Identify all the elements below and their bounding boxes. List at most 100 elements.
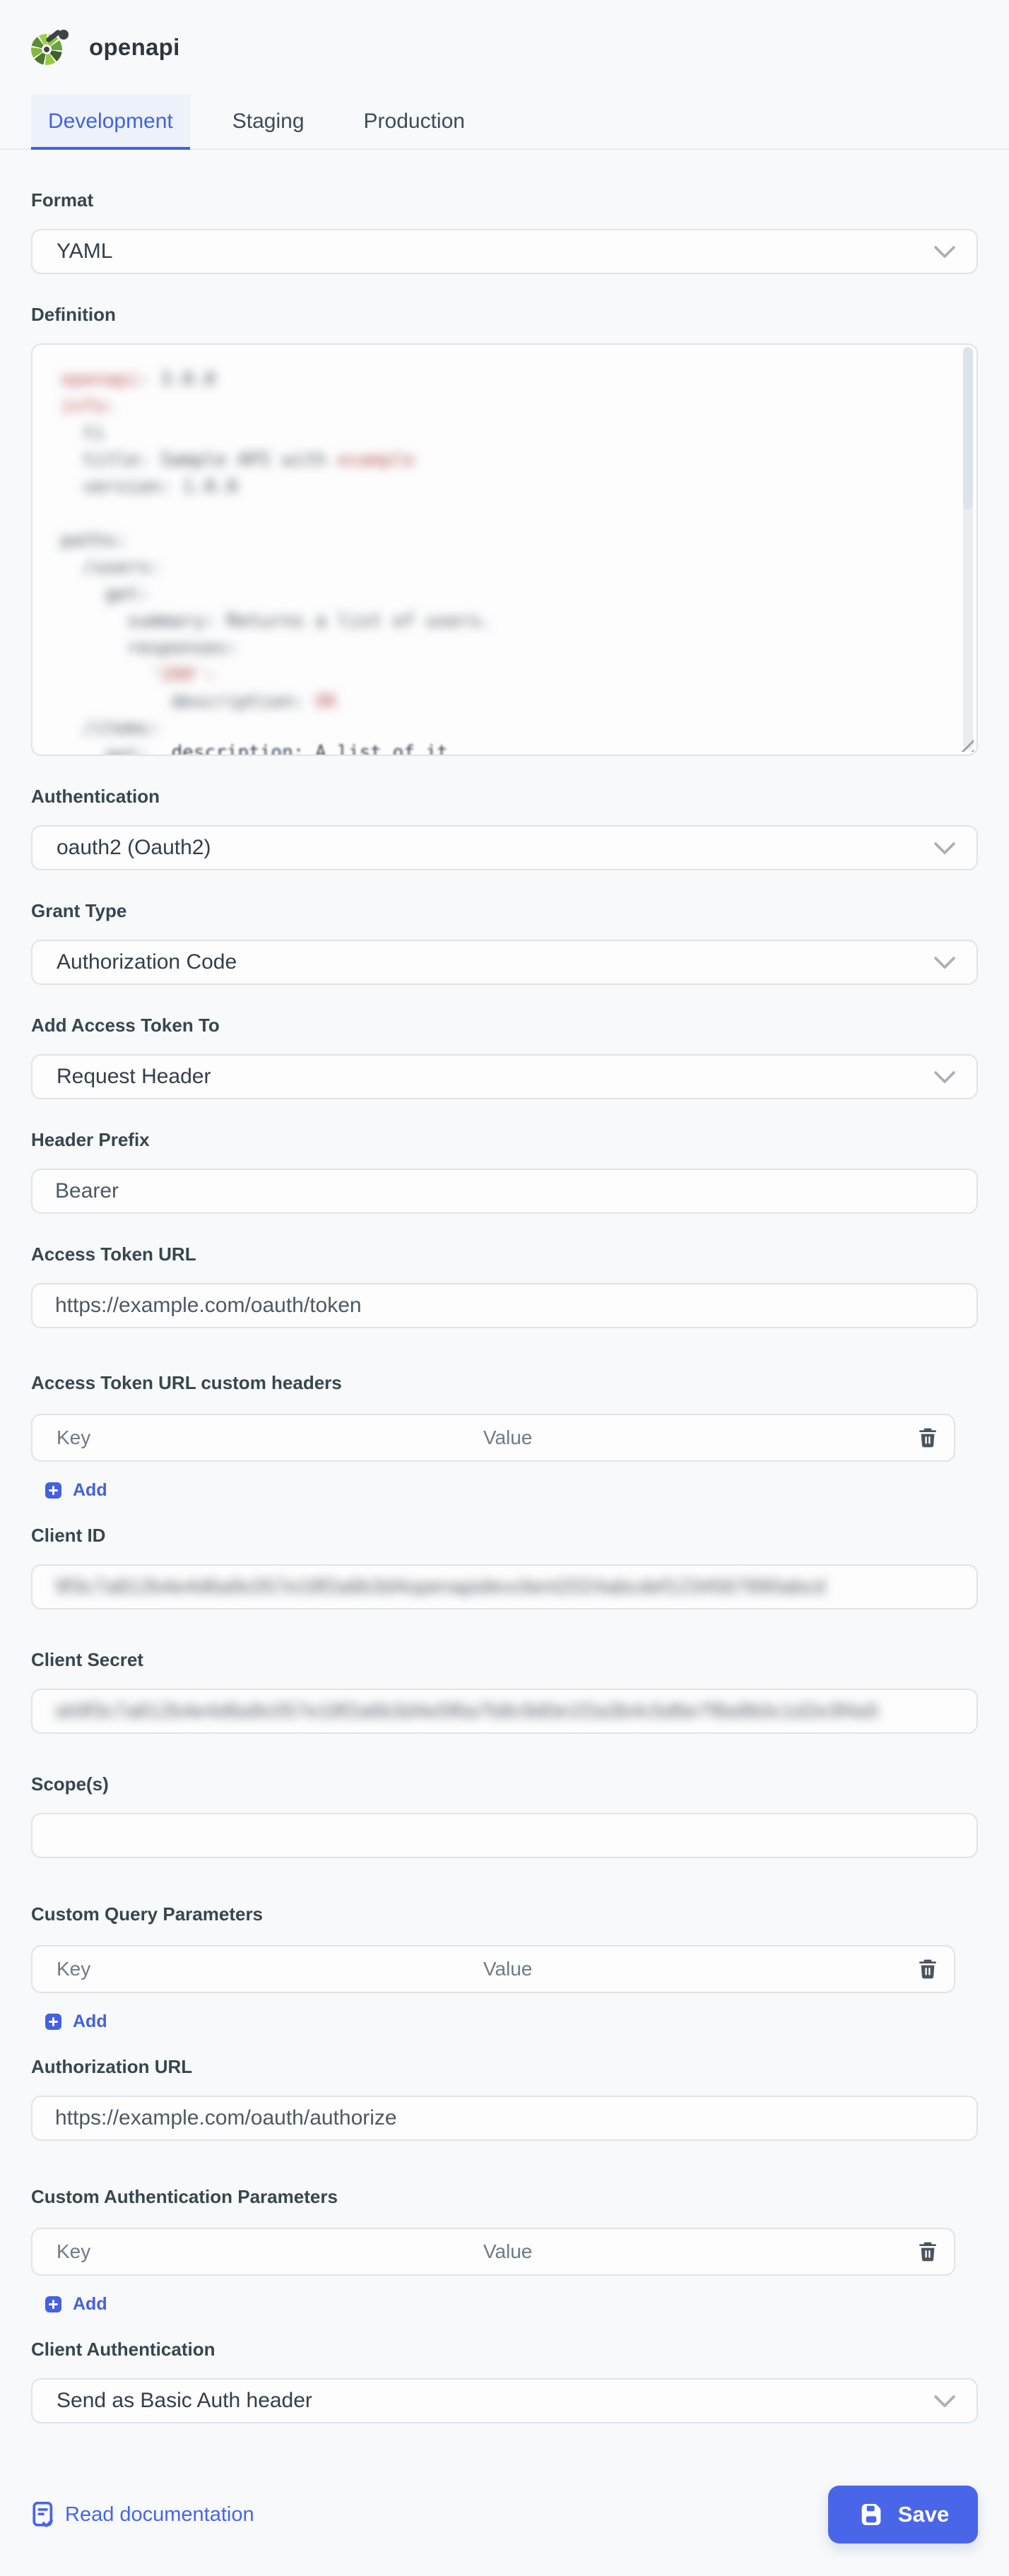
authorization-url-label: Authorization URL (31, 2056, 978, 2078)
header-key-input[interactable] (33, 1415, 459, 1460)
read-documentation-link[interactable]: Read documentation (31, 2500, 254, 2529)
code-line: info: (61, 393, 934, 420)
read-documentation-label: Read documentation (65, 2503, 254, 2527)
authorization-url-input[interactable] (31, 2096, 978, 2141)
scopes-label: Scope(s) (31, 1773, 978, 1795)
format-label: Format (31, 189, 978, 211)
trash-icon (916, 1957, 939, 1981)
add-auth-parameter-button[interactable]: Add (45, 2294, 137, 2315)
code-line: version: 1.0.0 (61, 473, 934, 500)
add-access-token-to-label: Add Access Token To (31, 1015, 978, 1036)
delete-row-button[interactable] (902, 1415, 954, 1460)
header-prefix-field: Header Prefix (31, 1129, 978, 1214)
chevron-down-icon (933, 833, 955, 855)
code-line: get: (61, 581, 934, 608)
grant-type-select[interactable]: Authorization Code (31, 940, 978, 985)
query-key-input[interactable] (33, 1946, 459, 1992)
save-button-label: Save (898, 2502, 949, 2527)
definition-editor[interactable]: openapi: 3.0.0info: ti title: Sample API… (31, 343, 978, 756)
client-id-input[interactable]: 9f3c7a812b4e4d6a9c057e18f2a6b3d4openapid… (31, 1564, 978, 1609)
openapi-logo-hub-icon (42, 45, 52, 54)
delete-row-button[interactable] (902, 2229, 954, 2274)
trash-icon (916, 2240, 939, 2264)
client-secret-field: Client Secret sk9f3c7a812b4e4d6a9c057e18… (31, 1649, 978, 1734)
code-line: openapi: 3.0.0 (61, 366, 934, 393)
client-authentication-field: Client Authentication Send as Basic Auth… (31, 2339, 978, 2423)
auth-value-input[interactable] (459, 2229, 902, 2274)
save-button[interactable]: Save (828, 2486, 978, 2543)
grant-type-label: Grant Type (31, 900, 978, 922)
code-line: paths: (61, 527, 934, 554)
delete-row-button[interactable] (902, 1946, 954, 1992)
code-line: title: Sample API with example (61, 447, 934, 473)
scopes-input[interactable] (31, 1813, 978, 1858)
client-id-redacted-value: 9f3c7a812b4e4d6a9c057e18f2a6b3d4openapid… (55, 1576, 825, 1599)
custom-authentication-parameters-section: Custom Authentication Parameters Add (31, 2186, 978, 2315)
custom-authentication-parameters-label: Custom Authentication Parameters (31, 2186, 978, 2208)
client-secret-label: Client Secret (31, 1649, 978, 1671)
tab-development[interactable]: Development (31, 95, 190, 148)
settings-form: Format YAML Definition openapi: 3.0.0inf… (0, 150, 1009, 2576)
add-query-parameter-button[interactable]: Add (45, 2011, 137, 2032)
authentication-label: Authentication (31, 786, 978, 808)
client-authentication-label: Client Authentication (31, 2339, 978, 2361)
access-token-url-field: Access Token URL (31, 1243, 978, 1328)
openapi-logo-knob-icon (59, 30, 69, 40)
plus-icon (45, 2296, 61, 2312)
authorization-url-field: Authorization URL (31, 2056, 978, 2141)
plus-icon (45, 1482, 61, 1499)
chevron-down-icon (933, 947, 955, 969)
grant-type-select-value: Authorization Code (57, 950, 237, 974)
client-authentication-select[interactable]: Send as Basic Auth header (31, 2378, 978, 2423)
definition-blurred-code: openapi: 3.0.0info: ti title: Sample API… (61, 366, 934, 756)
grant-type-field: Grant Type Authorization Code (31, 900, 978, 985)
code-line: responses: (61, 634, 934, 661)
environment-tabs: Development Staging Production (0, 95, 1009, 150)
code-line: summary: Returns a list of users. (61, 608, 934, 634)
code-line: /items: (61, 715, 934, 742)
chevron-down-icon (933, 237, 955, 259)
trash-icon (916, 1426, 939, 1450)
header-prefix-input[interactable] (31, 1169, 978, 1214)
query-value-input[interactable] (459, 1946, 902, 1992)
client-secret-input[interactable]: sk9f3c7a812b4e4d6a9c057e18f2a6b3d4e5f6a7… (31, 1689, 978, 1734)
custom-query-parameters-label: Custom Query Parameters (31, 1903, 978, 1925)
access-token-custom-headers-section: Access Token URL custom headers Add (31, 1372, 978, 1501)
code-line: '200': (61, 661, 934, 688)
tab-staging[interactable]: Staging (216, 95, 321, 148)
custom-query-parameters-section: Custom Query Parameters Add (31, 1903, 978, 2032)
header-key-value-row (31, 1414, 955, 1462)
code-line: ti (61, 420, 934, 447)
authentication-field: Authentication oauth2 (Oauth2) (31, 786, 978, 870)
header-prefix-label: Header Prefix (31, 1129, 978, 1151)
definition-scrollbar-thumb[interactable] (963, 347, 973, 509)
add-access-token-to-select[interactable]: Request Header (31, 1054, 978, 1099)
access-token-custom-headers-label: Access Token URL custom headers (31, 1372, 978, 1394)
query-key-value-row (31, 1945, 955, 1993)
resize-handle-icon[interactable] (958, 736, 974, 752)
client-secret-redacted-value: sk9f3c7a812b4e4d6a9c057e18f2a6b3d4e5f6a7… (55, 1700, 879, 1723)
code-line (61, 500, 934, 527)
scopes-field: Scope(s) (31, 1773, 978, 1858)
plus-icon (45, 2014, 61, 2030)
auth-key-value-row (31, 2228, 955, 2276)
tab-production[interactable]: Production (347, 95, 482, 148)
authentication-select[interactable]: oauth2 (Oauth2) (31, 825, 978, 870)
save-floppy-icon (857, 2500, 885, 2529)
definition-field: Definition openapi: 3.0.0info: ti title:… (31, 304, 978, 756)
definition-label: Definition (31, 304, 978, 326)
client-authentication-select-value: Send as Basic Auth header (57, 2389, 312, 2413)
add-access-token-to-select-value: Request Header (57, 1065, 211, 1089)
add-access-token-to-field: Add Access Token To Request Header (31, 1015, 978, 1099)
access-token-url-input[interactable] (31, 1283, 978, 1328)
form-footer: Read documentation Save (31, 2486, 978, 2576)
add-header-button[interactable]: Add (45, 1480, 137, 1501)
authentication-select-value: oauth2 (Oauth2) (57, 836, 211, 860)
format-select[interactable]: YAML (31, 229, 978, 274)
code-line: description: OK (61, 688, 934, 715)
auth-key-input[interactable] (33, 2229, 459, 2274)
header-value-input[interactable] (459, 1415, 902, 1460)
app-header: openapi (0, 0, 1009, 65)
definition-cut-line: description: A list of it (61, 739, 448, 756)
definition-scrollbar[interactable] (963, 347, 973, 750)
